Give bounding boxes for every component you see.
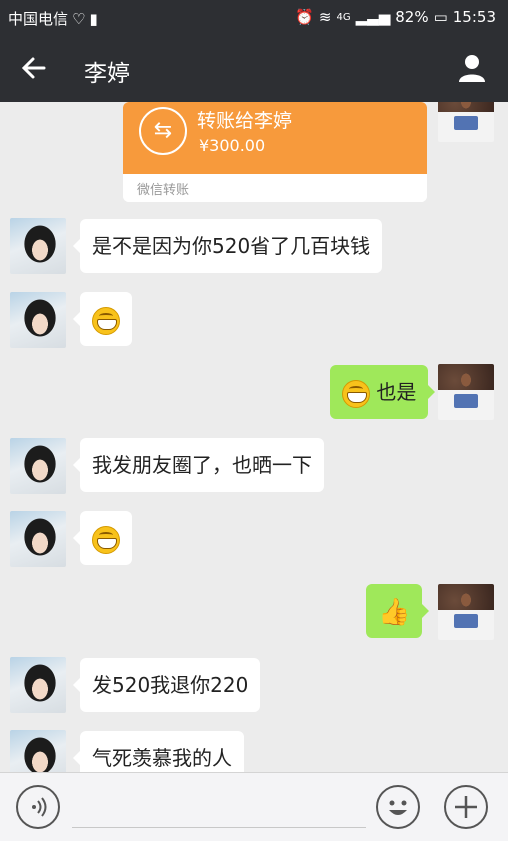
network-label: 4G <box>336 11 351 23</box>
status-bar: 中国电信 ♡ ▮ ⏰ ≋ 4G ▂▃▅ 82% ▭ 15:53 <box>0 0 508 34</box>
signal-icon: ▂▃▅ <box>355 8 391 26</box>
heart-icon: ♡ <box>72 9 86 28</box>
input-bar <box>0 772 508 841</box>
my-avatar[interactable] <box>438 584 494 640</box>
message-text: 也是 <box>376 380 417 404</box>
message-bubble[interactable] <box>73 511 132 565</box>
transfer-label: 微信转账 <box>137 183 190 198</box>
message-text: 我发朋友圈了，也晒一下 <box>92 453 312 477</box>
battery-small-icon: ▮ <box>89 9 98 28</box>
battery-percent: 82% <box>395 8 429 26</box>
carrier-label: 中国电信 <box>8 10 69 28</box>
contact-avatar[interactable] <box>10 292 66 348</box>
transfer-icon: ⇆ <box>139 107 187 155</box>
back-button[interactable] <box>18 52 50 84</box>
message-text: 气死羡慕我的人 <box>92 746 232 770</box>
transfer-title: 转账给李婷 <box>197 110 293 132</box>
contact-info-button[interactable] <box>456 52 488 84</box>
emoji-icon <box>389 800 407 815</box>
emoji-button[interactable] <box>376 785 420 829</box>
my-avatar[interactable] <box>438 102 494 142</box>
grin-emoji-icon <box>92 525 120 554</box>
grin-emoji-icon <box>342 379 370 408</box>
voice-button[interactable] <box>16 785 60 829</box>
back-arrow-icon <box>21 57 46 79</box>
more-button[interactable] <box>444 785 488 829</box>
voice-icon <box>32 797 47 817</box>
message-text: 是不是因为你520省了几百块钱 <box>92 234 371 258</box>
contact-avatar[interactable] <box>10 511 66 567</box>
message-bubble[interactable] <box>73 292 132 346</box>
wifi-icon: ≋ <box>318 8 332 26</box>
message-input[interactable] <box>72 827 366 828</box>
contact-avatar[interactable] <box>10 730 66 772</box>
battery-icon: ▭ <box>433 8 448 26</box>
grin-emoji-icon <box>92 306 120 335</box>
message-bubble[interactable]: 是不是因为你520省了几百块钱 <box>72 219 383 273</box>
clock: 15:53 <box>452 8 496 26</box>
contact-avatar[interactable] <box>10 218 66 274</box>
thumbs-up-emoji-icon: 👍 <box>378 597 411 628</box>
page-title: 李婷 <box>84 61 130 87</box>
plus-icon <box>455 796 477 818</box>
contact-avatar[interactable] <box>10 438 66 494</box>
chat-header: 李婷 <box>0 34 508 102</box>
contact-avatar[interactable] <box>10 657 66 713</box>
message-bubble[interactable]: 气死羡慕我的人 <box>73 731 244 772</box>
alarm-icon: ⏰ <box>295 8 314 26</box>
message-bubble[interactable]: 也是 <box>330 365 436 419</box>
transfer-card[interactable]: ⇆ 转账给李婷 ¥300.00 微信转账 <box>123 102 427 202</box>
chat-messages[interactable]: ⇆ 转账给李婷 ¥300.00 微信转账 是不是因为你520省了几百块钱 也是 … <box>0 102 508 772</box>
message-bubble[interactable]: 我发朋友圈了，也晒一下 <box>73 438 324 492</box>
message-bubble[interactable]: 发520我退你220 <box>72 658 261 712</box>
my-avatar[interactable] <box>438 364 494 420</box>
message-text: 发520我退你220 <box>92 673 249 697</box>
transfer-amount: ¥300.00 <box>199 136 266 155</box>
message-bubble[interactable]: 👍 <box>366 584 430 638</box>
person-icon <box>459 55 485 82</box>
